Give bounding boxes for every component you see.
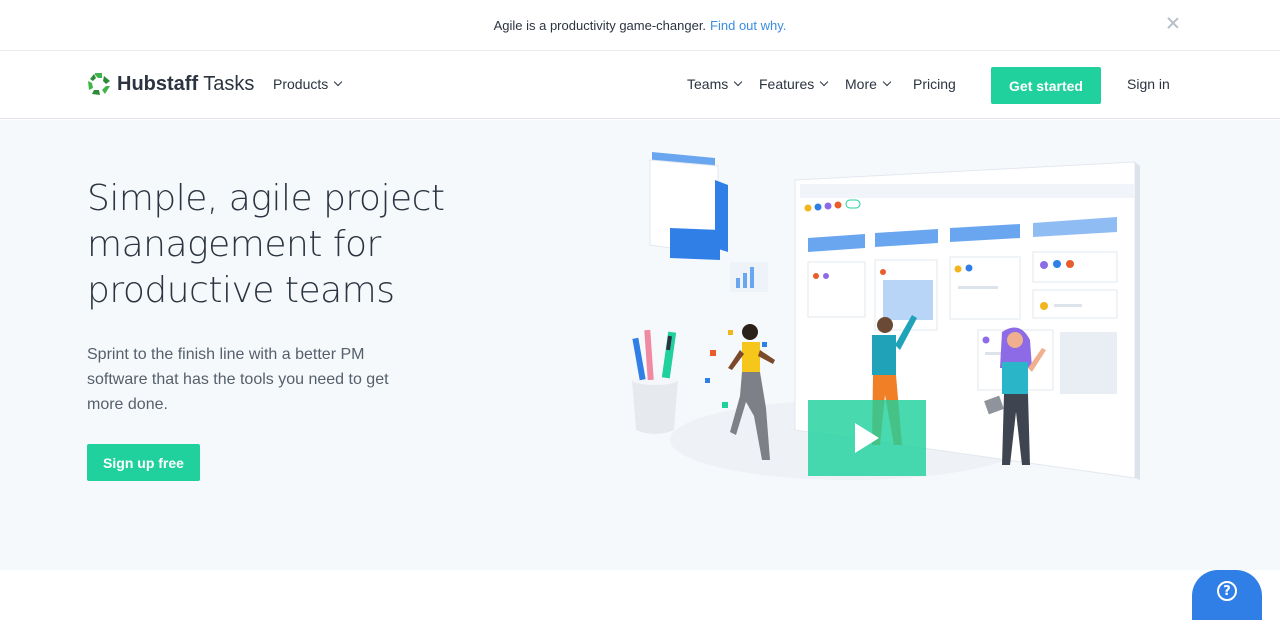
logo-text: Hubstaff Tasks <box>117 73 254 96</box>
logo-text-bold: Hubstaff <box>117 72 199 95</box>
question-mark-icon: ? <box>1217 581 1237 601</box>
nav-teams[interactable]: Teams <box>687 76 743 92</box>
sign-in-label: Sign in <box>1127 76 1170 92</box>
chevron-down-icon <box>820 77 829 87</box>
get-started-button[interactable]: Get started <box>991 67 1101 104</box>
hero-section: Simple, agile project management for pro… <box>0 120 1280 570</box>
hubstaff-logo-icon <box>87 72 111 96</box>
chevron-down-icon <box>733 77 743 87</box>
announcement-bar: Agile is a productivity game-changer. Fi… <box>0 0 1280 51</box>
help-button[interactable]: ? <box>1192 570 1262 620</box>
nav-features[interactable]: Features <box>759 76 829 92</box>
announcement-text: Agile is a productivity game-changer. <box>493 17 707 33</box>
chevron-down-icon <box>882 77 892 87</box>
nav-pricing[interactable]: Pricing <box>913 76 956 92</box>
video-play-button[interactable] <box>808 400 926 476</box>
hero-headline: Simple, agile project management for pro… <box>87 178 445 311</box>
announcement-link[interactable]: Find out why. <box>710 18 786 33</box>
nav-products[interactable]: Products <box>273 76 343 92</box>
play-icon <box>855 423 879 453</box>
nav-more-label: More <box>845 76 877 92</box>
main-nav: Hubstaff Tasks Products Teams Features M… <box>0 51 1280 119</box>
chevron-down-icon <box>334 77 343 87</box>
sign-up-free-button[interactable]: Sign up free <box>87 444 200 481</box>
close-icon[interactable] <box>1166 16 1180 30</box>
nav-more[interactable]: More <box>845 76 892 92</box>
nav-teams-label: Teams <box>687 76 729 92</box>
hero-subtext: Sprint to the finish line with a better … <box>87 346 389 413</box>
nav-features-label: Features <box>759 76 815 92</box>
sign-in-link[interactable]: Sign in <box>1127 76 1170 92</box>
nav-pricing-label: Pricing <box>913 76 956 92</box>
logo-text-light: Tasks <box>198 72 255 95</box>
nav-products-label: Products <box>273 76 329 92</box>
logo[interactable]: Hubstaff Tasks <box>87 72 254 96</box>
